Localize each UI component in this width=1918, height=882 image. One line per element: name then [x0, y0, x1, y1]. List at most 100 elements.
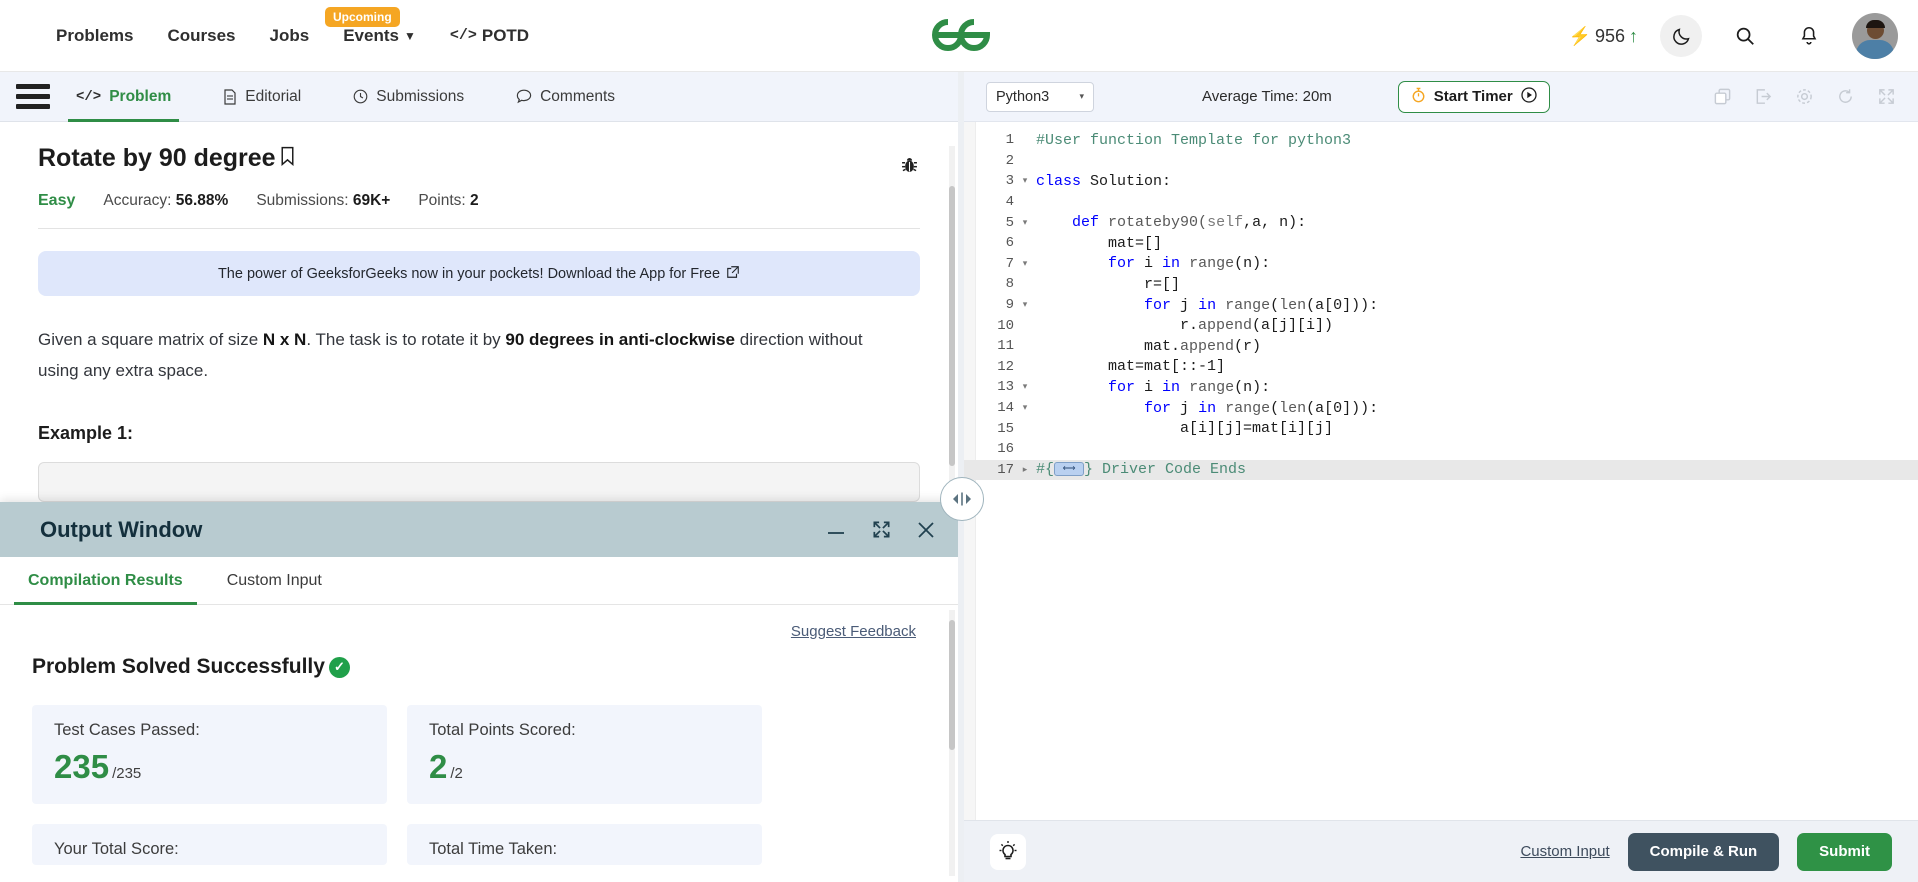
- check-circle-icon: ✓: [328, 656, 350, 678]
- user-avatar[interactable]: [1852, 13, 1898, 59]
- code-token: len: [1279, 296, 1307, 314]
- chevron-down-icon: ▾: [1079, 91, 1084, 101]
- tab-submissions[interactable]: Submissions: [327, 72, 490, 122]
- code-token: mat=mat[::-1]: [1036, 358, 1226, 376]
- suggest-feedback-link[interactable]: Suggest Feedback: [791, 623, 916, 640]
- start-timer-label: Start Timer: [1433, 88, 1513, 105]
- fold-toggle-icon[interactable]: ▾: [1018, 403, 1032, 413]
- start-timer-button[interactable]: Start Timer: [1397, 80, 1550, 113]
- fold-toggle-icon[interactable]: ▾: [1018, 218, 1032, 228]
- expand-icon[interactable]: [871, 519, 892, 540]
- code-line[interactable]: 6 mat=[]: [964, 233, 1918, 254]
- code-token: j: [1180, 399, 1199, 417]
- code-token: a[i][j]=mat[i][j]: [1036, 420, 1334, 438]
- bell-icon: [1801, 26, 1817, 45]
- nav-item-events[interactable]: Events ▼: [343, 26, 416, 46]
- code-line[interactable]: 11 mat.append(r): [964, 336, 1918, 357]
- dark-mode-toggle[interactable]: [1660, 15, 1702, 57]
- result-cards: Test Cases Passed: 235 /235 Total Points…: [32, 705, 918, 865]
- nav-item-jobs[interactable]: Jobs: [270, 26, 310, 46]
- fold-toggle-icon[interactable]: ▾: [1018, 300, 1032, 310]
- app-download-banner[interactable]: The power of GeeksforGeeks now in your p…: [38, 251, 920, 296]
- code-line[interactable]: 13 ▾ for i in range(n):: [964, 377, 1918, 398]
- chevron-down-icon: ▼: [403, 28, 416, 43]
- import-icon[interactable]: [1754, 87, 1773, 106]
- collapsed-fold-icon[interactable]: ⟷: [1054, 462, 1085, 477]
- code-line[interactable]: 1 #User function Template for python3: [964, 130, 1918, 151]
- tab-comments[interactable]: Comments: [490, 72, 641, 122]
- top-header: Problems Courses Jobs Events ▼ </> POTD …: [0, 0, 1918, 72]
- tab-label-comments: Comments: [540, 87, 616, 105]
- nav-label-potd: POTD: [481, 25, 530, 45]
- problem-title-row: Rotate by 90 degree: [38, 144, 920, 180]
- code-token: #User function Template for python3: [1036, 131, 1352, 149]
- code-line[interactable]: 15 a[i][j]=mat[i][j]: [964, 418, 1918, 439]
- arrow-up-icon: ↑: [1629, 25, 1638, 46]
- gfg-logo[interactable]: [920, 10, 1002, 60]
- tab-label-submissions: Submissions: [376, 87, 465, 105]
- fold-toggle-icon[interactable]: ▾: [1018, 382, 1032, 392]
- code-line[interactable]: 17 ▸ #{⟷} Driver Code Ends: [964, 459, 1918, 481]
- accuracy-stat: Accuracy: 56.88%: [103, 192, 228, 210]
- close-icon[interactable]: [916, 520, 936, 540]
- code-line[interactable]: 5 ▾ def rotateby90(self,a, n):: [964, 212, 1918, 233]
- line-number: 1: [1005, 132, 1014, 149]
- streak-counter[interactable]: ⚡ 956 ↑: [1569, 26, 1638, 47]
- report-bug-icon[interactable]: [899, 154, 920, 180]
- splitter-drag-handle[interactable]: [940, 477, 984, 521]
- line-number: 3: [1005, 173, 1014, 190]
- example-heading: Example 1:: [38, 422, 134, 443]
- code-line[interactable]: 2: [964, 151, 1918, 172]
- code-token: #{: [1036, 461, 1055, 479]
- search-button[interactable]: [1724, 15, 1766, 57]
- output-window-scrollbar-thumb[interactable]: [949, 620, 955, 750]
- problem-scrollbar-thumb[interactable]: [949, 186, 955, 466]
- code-line[interactable]: 8 r=[]: [964, 274, 1918, 295]
- code-line[interactable]: 3 ▾ class Solution:: [964, 171, 1918, 192]
- tab-label-editorial: Editorial: [245, 87, 302, 105]
- moon-icon: [1672, 27, 1690, 45]
- code-line[interactable]: 7 ▾ for i in range(n):: [964, 254, 1918, 275]
- reset-icon[interactable]: [1836, 87, 1855, 106]
- code-line[interactable]: 10 r.append(a[j][i]): [964, 315, 1918, 336]
- tab-label-problem: Problem: [109, 87, 172, 105]
- fold-toggle-icon[interactable]: ▸: [1018, 465, 1032, 475]
- code-token: (n):: [1234, 255, 1271, 273]
- code-line[interactable]: 14 ▾ for j in range(len(a[0])):: [964, 398, 1918, 419]
- tab-editorial[interactable]: Editorial: [197, 72, 327, 122]
- output-window-scrollbar[interactable]: [949, 610, 955, 876]
- settings-gear-icon[interactable]: [1795, 87, 1814, 106]
- nav-item-potd[interactable]: </> POTD: [450, 26, 529, 46]
- fold-toggle-icon[interactable]: ▾: [1018, 259, 1032, 269]
- tab-problem[interactable]: </> Problem: [50, 72, 197, 122]
- fullscreen-icon[interactable]: [1877, 87, 1896, 106]
- custom-input-link[interactable]: Custom Input: [1520, 843, 1609, 860]
- tab-compilation-results[interactable]: Compilation Results: [6, 557, 205, 605]
- code-token: range: [1189, 255, 1235, 273]
- code-line[interactable]: 4: [964, 192, 1918, 213]
- copy-icon[interactable]: [1713, 87, 1732, 106]
- notifications-button[interactable]: [1788, 15, 1830, 57]
- code-line[interactable]: 12 mat=mat[::-1]: [964, 357, 1918, 378]
- editor-actions: Custom Input Compile & Run Submit: [1520, 832, 1892, 871]
- code-editor[interactable]: 1 #User function Template for python3 2 3 ▾ c…: [964, 122, 1918, 822]
- submit-button[interactable]: Submit: [1797, 832, 1892, 871]
- language-selector[interactable]: Python3 ▾: [986, 81, 1094, 112]
- tab-custom-input[interactable]: Custom Input: [205, 557, 344, 605]
- code-line[interactable]: 9 ▾ for j in range(len(a[0])):: [964, 295, 1918, 316]
- compile-and-run-button[interactable]: Compile & Run: [1627, 832, 1780, 871]
- code-token: r=[]: [1036, 275, 1181, 293]
- status-badge: Problem Solved Successfully ✓: [32, 655, 918, 679]
- sidebar-menu-button[interactable]: [16, 84, 50, 109]
- nav-item-courses[interactable]: Courses: [167, 26, 235, 46]
- minimize-icon[interactable]: [825, 524, 847, 536]
- fold-toggle-icon[interactable]: ▾: [1018, 176, 1032, 186]
- hint-bulb-button[interactable]: [990, 833, 1026, 870]
- bookmark-icon[interactable]: [280, 144, 295, 173]
- code-token: def: [1072, 214, 1109, 232]
- code-text: mat=[]: [1032, 235, 1162, 252]
- clock-icon: [353, 89, 368, 104]
- nav-item-problems[interactable]: Problems: [56, 26, 133, 46]
- code-line[interactable]: 16: [964, 439, 1918, 460]
